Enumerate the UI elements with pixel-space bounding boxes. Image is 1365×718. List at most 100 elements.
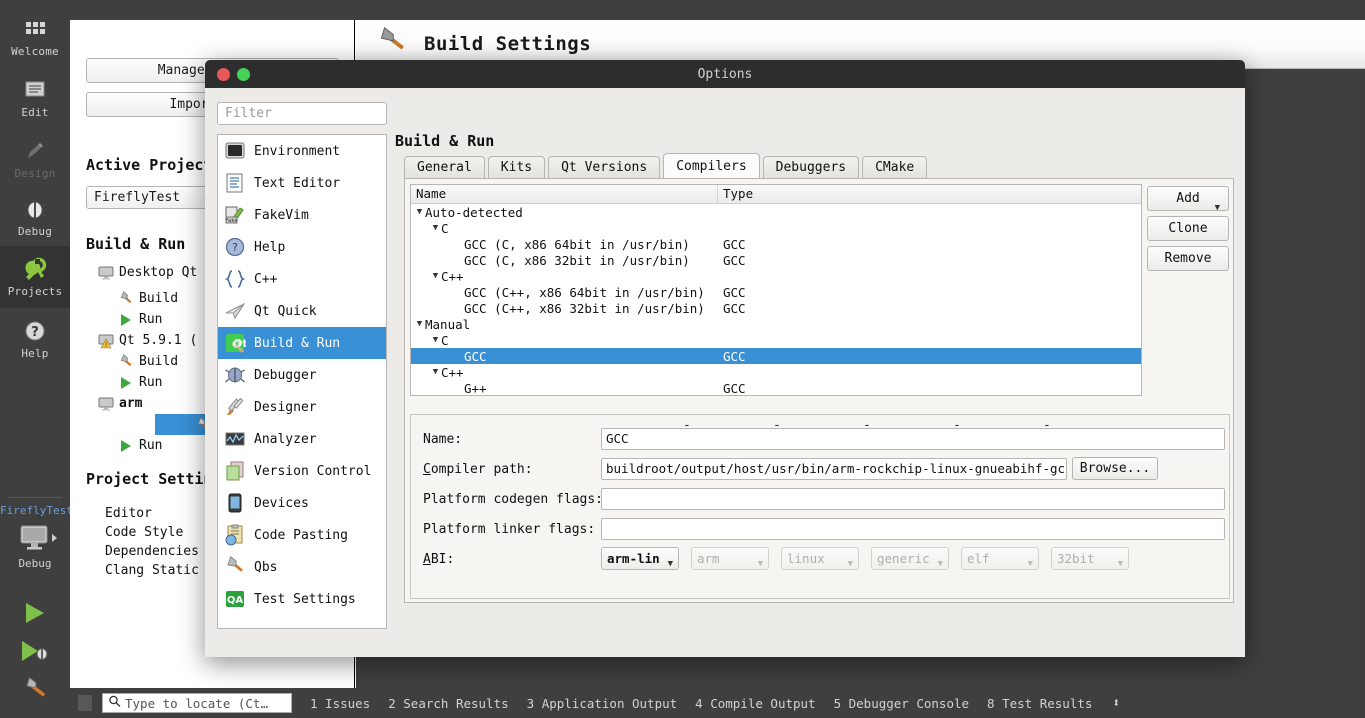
- status-item-debugger-console[interactable]: 5 Debugger Console: [834, 696, 969, 711]
- chevron-down-icon[interactable]: ▼: [430, 367, 441, 377]
- browse-button[interactable]: Browse...: [1072, 457, 1158, 480]
- tree-row-manual-cpp[interactable]: ▼ C++: [411, 364, 1141, 380]
- category-environment[interactable]: Environment: [218, 135, 386, 167]
- chevron-down-icon[interactable]: ▼: [1028, 554, 1033, 569]
- remove-compiler-button[interactable]: Remove: [1147, 246, 1229, 271]
- chevron-down-icon[interactable]: ▼: [430, 271, 441, 281]
- category-build-and-run[interactable]: Qt Build & Run: [218, 327, 386, 359]
- maximize-icon[interactable]: [237, 68, 250, 81]
- filter-input[interactable]: Filter: [217, 102, 387, 125]
- chevron-down-icon[interactable]: ▼: [430, 223, 441, 233]
- abi-combo-4[interactable]: elf ▼: [961, 547, 1039, 570]
- column-header-type[interactable]: Type: [718, 185, 1141, 203]
- status-item-compile-output[interactable]: 4 Compile Output: [695, 696, 815, 711]
- chevron-down-icon[interactable]: ▼: [1118, 554, 1123, 569]
- tab-kits[interactable]: Kits: [487, 156, 546, 179]
- category-test-settings[interactable]: QA Test Settings: [218, 583, 386, 615]
- tree-row-gcc-cpp-64[interactable]: GCC (C++, x86 64bit in /usr/bin) GCC: [411, 284, 1141, 300]
- status-item-issues[interactable]: 1 Issues: [310, 696, 370, 711]
- category-version-control[interactable]: Version Control: [218, 455, 386, 487]
- category-text-editor[interactable]: Text Editor: [218, 167, 386, 199]
- tree-row-manual[interactable]: ▼ Manual: [411, 316, 1141, 332]
- kit-selector[interactable]: Debug: [0, 524, 70, 570]
- category-debugger[interactable]: Debugger: [218, 359, 386, 391]
- activity-item-welcome[interactable]: Welcome: [0, 8, 70, 66]
- codegen-flags-input[interactable]: [601, 488, 1225, 510]
- tab-general[interactable]: General: [404, 156, 485, 179]
- chevron-down-icon[interactable]: ▼: [938, 554, 943, 569]
- clone-compiler-button[interactable]: Clone: [1147, 216, 1229, 241]
- status-item-search-results[interactable]: 2 Search Results: [388, 696, 508, 711]
- svg-text:Fake: Fake: [225, 218, 238, 224]
- activity-item-help[interactable]: ? Help: [0, 310, 70, 368]
- tab-compilers[interactable]: Compilers: [663, 153, 760, 179]
- activity-item-projects[interactable]: Projects: [0, 246, 70, 308]
- tree-row-gcc-c-32[interactable]: GCC (C, x86 32bit in /usr/bin) GCC: [411, 252, 1141, 268]
- debug-button[interactable]: [0, 638, 70, 668]
- tab-debuggers[interactable]: Debuggers: [762, 156, 860, 179]
- chevron-down-icon[interactable]: ▼: [848, 554, 853, 569]
- tree-row-auto-c[interactable]: ▼ C: [411, 220, 1141, 236]
- run-button[interactable]: [0, 600, 70, 630]
- project-setting-clang-static[interactable]: Clang Static: [105, 563, 199, 578]
- hammer-icon: [20, 676, 50, 706]
- category-qbs[interactable]: Qbs: [218, 551, 386, 583]
- category-help[interactable]: ? Help: [218, 231, 386, 263]
- tree-row-manual-c[interactable]: ▼ C: [411, 332, 1141, 348]
- sidebar-toggle-button[interactable]: [78, 695, 92, 711]
- tree-row-gcc-c-64[interactable]: GCC (C, x86 64bit in /usr/bin) GCC: [411, 236, 1141, 252]
- svg-text:?: ?: [31, 325, 39, 340]
- compiler-path-input[interactable]: buildroot/output/host/usr/bin/arm-rockch…: [601, 458, 1067, 480]
- project-setting-code-style[interactable]: Code Style: [105, 525, 183, 540]
- add-compiler-button[interactable]: Add ▼: [1147, 186, 1229, 213]
- abi-combo-3[interactable]: generic ▼: [871, 547, 949, 570]
- close-icon[interactable]: [217, 68, 230, 81]
- activity-item-design[interactable]: Design: [0, 130, 70, 188]
- tab-qt-versions[interactable]: Qt Versions: [548, 156, 661, 179]
- tab-cmake[interactable]: CMake: [862, 156, 928, 179]
- abi-label: ABI:: [423, 552, 455, 567]
- app-window: Welcome Edit Design Debug Projects ? Hel…: [0, 0, 1365, 718]
- status-item-test-results[interactable]: 8 Test Results: [987, 696, 1092, 711]
- abi-combo-2[interactable]: linux ▼: [781, 547, 859, 570]
- up-down-arrows-icon[interactable]: ⬍: [1112, 696, 1120, 711]
- tree-row-auto-detected[interactable]: ▼ Auto-detected: [411, 204, 1141, 220]
- tree-row-auto-cpp[interactable]: ▼ C++: [411, 268, 1141, 284]
- category-designer[interactable]: Designer: [218, 391, 386, 423]
- chevron-down-icon[interactable]: ▼: [758, 554, 763, 569]
- kit-label: Debug: [18, 557, 52, 570]
- status-bar: Type to locate (Ct… 1 Issues 2 Search Re…: [70, 688, 1365, 718]
- tree-row-manual-gpp[interactable]: G++ GCC: [411, 380, 1141, 396]
- abi-combo-value: arm-lin: [607, 551, 660, 566]
- chevron-down-icon[interactable]: ▼: [414, 319, 425, 329]
- category-code-pasting[interactable]: Code Pasting: [218, 519, 386, 551]
- activity-item-edit[interactable]: Edit: [0, 69, 70, 127]
- status-item-application-output[interactable]: 3 Application Output: [527, 696, 678, 711]
- category-devices[interactable]: Devices: [218, 487, 386, 519]
- linker-flags-input[interactable]: [601, 518, 1225, 540]
- abi-combo-5[interactable]: 32bit ▼: [1051, 547, 1129, 570]
- abi-combo-value: elf: [967, 551, 990, 566]
- category-fakevim[interactable]: Fake FakeVim: [218, 199, 386, 231]
- name-input[interactable]: GCC: [601, 428, 1225, 450]
- column-header-name[interactable]: Name: [411, 185, 718, 203]
- locator-input[interactable]: Type to locate (Ct…: [102, 693, 292, 713]
- project-setting-dependencies[interactable]: Dependencies: [105, 544, 199, 559]
- add-button-label: Add: [1176, 191, 1200, 206]
- chevron-down-icon[interactable]: ▼: [414, 207, 425, 217]
- chevron-down-icon[interactable]: ▼: [668, 554, 673, 569]
- abi-separator: -: [773, 418, 781, 433]
- project-setting-editor[interactable]: Editor: [105, 506, 152, 521]
- category-qt-quick[interactable]: Qt Quick: [218, 295, 386, 327]
- build-button[interactable]: [0, 676, 70, 706]
- tree-row-manual-gcc[interactable]: GCC GCC: [411, 348, 1141, 364]
- category-analyzer[interactable]: Analyzer: [218, 423, 386, 455]
- activity-item-debug[interactable]: Debug: [0, 188, 70, 246]
- abi-combo-0[interactable]: arm-lin ▼: [601, 547, 679, 570]
- compilers-tree[interactable]: Name Type ▼ Auto-detected ▼ C GCC (C, x8…: [410, 184, 1142, 396]
- chevron-down-icon[interactable]: ▼: [430, 335, 441, 345]
- tree-row-gcc-cpp-32[interactable]: GCC (C++, x86 32bit in /usr/bin) GCC: [411, 300, 1141, 316]
- category-cpp[interactable]: C++: [218, 263, 386, 295]
- settings-category-list[interactable]: Environment Text Editor Fake FakeVim ? H…: [217, 134, 387, 629]
- abi-combo-1[interactable]: arm ▼: [691, 547, 769, 570]
